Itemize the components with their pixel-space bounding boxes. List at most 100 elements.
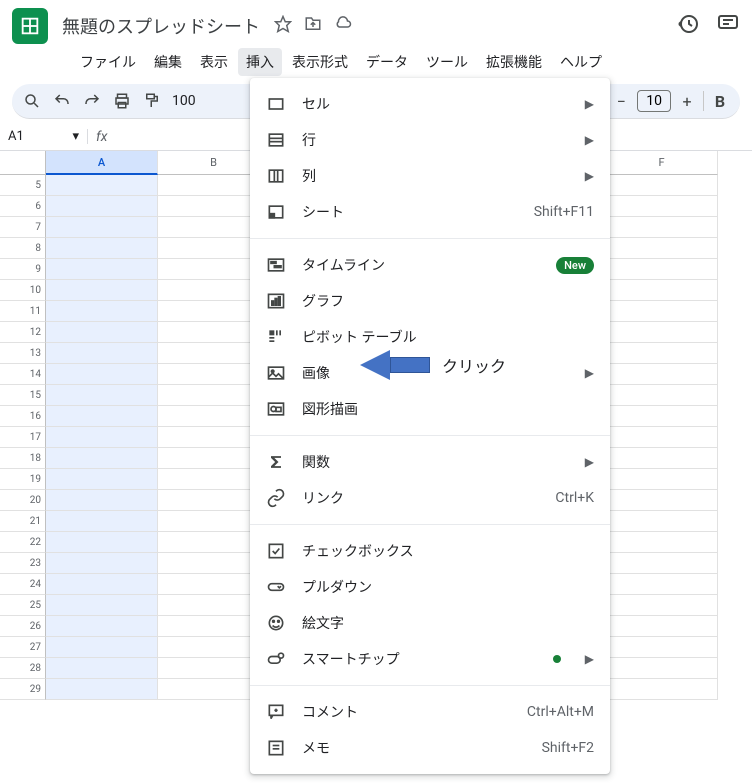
row-header[interactable]: 29 <box>0 679 46 700</box>
row-header[interactable]: 8 <box>0 238 46 259</box>
row-header[interactable]: 18 <box>0 448 46 469</box>
menu-item-cols[interactable]: 列▶ <box>250 158 610 194</box>
cell[interactable] <box>606 532 718 553</box>
menu-item-cell[interactable]: セル▶ <box>250 86 610 122</box>
cell[interactable] <box>606 490 718 511</box>
menu-item-8[interactable]: ヘルプ <box>552 48 610 76</box>
cell[interactable] <box>46 175 158 196</box>
cell[interactable] <box>46 637 158 658</box>
menu-item-0[interactable]: ファイル <box>72 48 144 76</box>
row-header[interactable]: 7 <box>0 217 46 238</box>
cell[interactable] <box>46 343 158 364</box>
cell[interactable] <box>46 196 158 217</box>
redo-icon[interactable] <box>82 91 102 111</box>
cell[interactable] <box>606 406 718 427</box>
row-header[interactable]: 28 <box>0 658 46 679</box>
row-header[interactable]: 6 <box>0 196 46 217</box>
cell[interactable] <box>46 364 158 385</box>
menu-item-1[interactable]: 編集 <box>146 48 190 76</box>
row-header[interactable]: 24 <box>0 574 46 595</box>
bold-icon[interactable]: B <box>710 91 730 111</box>
menu-item-comment[interactable]: コメントCtrl+Alt+M <box>250 694 610 730</box>
row-header[interactable]: 19 <box>0 469 46 490</box>
row-header[interactable]: 23 <box>0 553 46 574</box>
row-header[interactable]: 16 <box>0 406 46 427</box>
cell[interactable] <box>606 511 718 532</box>
cell[interactable] <box>46 259 158 280</box>
row-header[interactable]: 9 <box>0 259 46 280</box>
menu-item-sigma[interactable]: 関数▶ <box>250 444 610 480</box>
menu-item-6[interactable]: ツール <box>418 48 476 76</box>
print-icon[interactable] <box>112 91 132 111</box>
cell[interactable] <box>606 574 718 595</box>
paint-format-icon[interactable] <box>142 91 162 111</box>
menu-item-emoji[interactable]: 絵文字 <box>250 605 610 641</box>
sheets-logo-icon[interactable] <box>12 8 48 44</box>
cell[interactable] <box>46 553 158 574</box>
row-header[interactable]: 15 <box>0 385 46 406</box>
menu-item-timeline[interactable]: タイムラインNew <box>250 247 610 283</box>
row-header[interactable]: 13 <box>0 343 46 364</box>
cell[interactable] <box>606 196 718 217</box>
menu-item-3[interactable]: 挿入 <box>238 48 282 76</box>
menu-item-pivot[interactable]: ピボット テーブル <box>250 319 610 355</box>
cell[interactable] <box>46 595 158 616</box>
star-icon[interactable] <box>274 15 292 37</box>
cell[interactable] <box>46 238 158 259</box>
cell[interactable] <box>606 364 718 385</box>
font-size-input[interactable]: 10 <box>637 90 671 112</box>
cell[interactable] <box>46 532 158 553</box>
cell[interactable] <box>606 385 718 406</box>
cell[interactable] <box>46 322 158 343</box>
row-header[interactable]: 5 <box>0 175 46 196</box>
zoom-value[interactable]: 100 <box>172 93 196 109</box>
cell[interactable] <box>606 322 718 343</box>
row-header[interactable]: 14 <box>0 364 46 385</box>
cell[interactable] <box>46 574 158 595</box>
menu-item-chart[interactable]: グラフ <box>250 283 610 319</box>
select-all-corner[interactable] <box>0 151 46 175</box>
cell[interactable] <box>46 511 158 532</box>
menu-item-drawing[interactable]: 図形描画 <box>250 391 610 427</box>
column-header[interactable]: A <box>46 151 158 175</box>
menu-item-image[interactable]: 画像▶ <box>250 355 610 391</box>
row-header[interactable]: 11 <box>0 301 46 322</box>
cell[interactable] <box>606 658 718 679</box>
cell[interactable] <box>606 595 718 616</box>
menu-item-2[interactable]: 表示 <box>192 48 236 76</box>
cell[interactable] <box>606 343 718 364</box>
row-header[interactable]: 10 <box>0 280 46 301</box>
cell[interactable] <box>606 553 718 574</box>
menu-item-note[interactable]: メモShift+F2 <box>250 730 610 766</box>
cell[interactable] <box>46 469 158 490</box>
cell[interactable] <box>606 301 718 322</box>
menu-item-sheet[interactable]: シートShift+F11 <box>250 194 610 230</box>
cell[interactable] <box>46 385 158 406</box>
cell[interactable] <box>606 175 718 196</box>
menu-item-dropdown[interactable]: プルダウン <box>250 569 610 605</box>
row-header[interactable]: 20 <box>0 490 46 511</box>
history-icon[interactable] <box>676 12 700 40</box>
cell[interactable] <box>606 448 718 469</box>
menu-item-5[interactable]: データ <box>358 48 416 76</box>
cell[interactable] <box>606 616 718 637</box>
cell[interactable] <box>606 280 718 301</box>
minus-icon[interactable]: − <box>611 91 631 111</box>
cell[interactable] <box>46 679 158 700</box>
plus-icon[interactable]: + <box>677 91 697 111</box>
row-header[interactable]: 22 <box>0 532 46 553</box>
comment-icon[interactable] <box>716 12 740 40</box>
undo-icon[interactable] <box>52 91 72 111</box>
row-header[interactable]: 17 <box>0 427 46 448</box>
search-icon[interactable] <box>22 91 42 111</box>
column-header[interactable]: F <box>606 151 718 175</box>
cell[interactable] <box>606 427 718 448</box>
menu-item-smartchip[interactable]: スマートチップ▶ <box>250 641 610 677</box>
cell[interactable] <box>46 427 158 448</box>
cloud-icon[interactable] <box>334 15 352 37</box>
move-icon[interactable] <box>304 15 322 37</box>
row-header[interactable]: 27 <box>0 637 46 658</box>
cell[interactable] <box>606 238 718 259</box>
cell[interactable] <box>46 406 158 427</box>
menu-item-link[interactable]: リンクCtrl+K <box>250 480 610 516</box>
